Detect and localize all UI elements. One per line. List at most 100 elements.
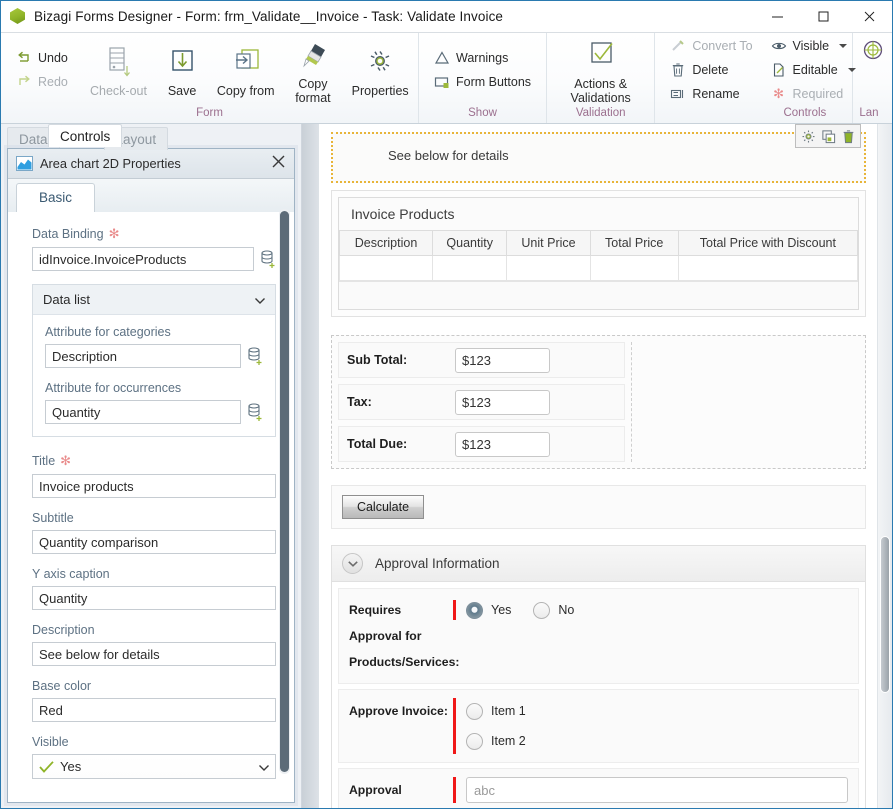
column-header-description[interactable]: Description xyxy=(338,231,434,256)
data-list-subpanel: Data list Attribute for categories Descr… xyxy=(32,284,276,437)
table-cell[interactable] xyxy=(506,255,591,281)
data-picker-icon[interactable] xyxy=(260,250,276,268)
window-title: Bizagi Forms Designer - Form: frm_Valida… xyxy=(34,9,504,24)
properties-title: Area chart 2D Properties xyxy=(40,156,181,171)
data-picker-icon[interactable] xyxy=(247,347,263,365)
attribute-categories-input[interactable] xyxy=(45,344,241,368)
rename-button[interactable]: Rename xyxy=(667,85,755,103)
attribute-categories-label: Attribute for categories xyxy=(45,325,171,339)
attribute-occurrences-input[interactable] xyxy=(45,400,241,424)
chevron-down-icon[interactable] xyxy=(259,759,269,774)
column-header-unit-price[interactable]: Unit Price xyxy=(506,231,591,256)
column-header-total-price-discount[interactable]: Total Price with Discount xyxy=(677,231,859,256)
trash-icon[interactable] xyxy=(839,127,857,145)
data-list-header-label: Data list xyxy=(43,292,90,307)
table-row[interactable] xyxy=(338,255,859,281)
title-input[interactable] xyxy=(32,474,276,498)
save-button[interactable]: Save xyxy=(150,41,214,98)
sub-total-row: Sub Total: xyxy=(338,342,625,378)
form-canvas: See below for details Invoice Products D… xyxy=(302,124,892,808)
check-out-button[interactable]: Check-out xyxy=(87,41,151,98)
ribbon-toolbar: Undo Redo Check-out Save Copy from Copy … xyxy=(1,33,892,124)
column-header-total-price[interactable]: Total Price xyxy=(589,231,679,256)
tab-basic[interactable]: Basic xyxy=(16,183,96,213)
control-mini-toolbar xyxy=(795,124,861,148)
editable-button[interactable]: Editable xyxy=(768,61,859,79)
bizagi-cube-icon xyxy=(10,8,27,25)
calculate-button[interactable]: Calculate xyxy=(342,495,424,519)
table-cell[interactable] xyxy=(432,255,508,281)
table-cell[interactable] xyxy=(677,255,859,281)
description-input[interactable] xyxy=(32,642,276,666)
tax-input[interactable] xyxy=(455,389,550,415)
description-label: Description xyxy=(32,623,95,637)
base-color-label: Base color xyxy=(32,679,92,693)
total-due-input[interactable] xyxy=(455,431,550,457)
properties-scrollbar[interactable] xyxy=(279,209,290,774)
visible-button[interactable]: Visible xyxy=(768,37,859,55)
subtitle-row xyxy=(32,530,276,554)
undo-button[interactable]: Undo xyxy=(13,49,81,67)
properties-scrollbar-thumb[interactable] xyxy=(280,211,289,772)
convert-to-icon xyxy=(672,39,685,51)
sub-total-input[interactable] xyxy=(455,347,550,373)
base-color-input[interactable] xyxy=(32,698,276,722)
canvas-scrollbar-thumb[interactable] xyxy=(880,536,890,693)
form-buttons-icon xyxy=(434,76,449,88)
radio-label-no: No xyxy=(558,603,575,617)
form-buttons-button[interactable]: Form Buttons xyxy=(431,73,534,91)
actions-validations-label: Actions & Validations xyxy=(570,77,631,105)
maximize-icon[interactable] xyxy=(800,1,846,32)
duplicate-icon[interactable] xyxy=(819,127,837,145)
chevron-down-icon[interactable] xyxy=(255,292,265,307)
approve-invoice-option-2: Item 2 xyxy=(466,728,548,754)
y-axis-caption-row xyxy=(32,586,276,610)
data-binding-input[interactable] xyxy=(32,247,254,271)
close-icon[interactable] xyxy=(271,154,286,174)
visible-dropdown-arrow[interactable] xyxy=(839,43,848,48)
ribbon-group-label-form: Form xyxy=(196,107,223,119)
selected-control-description[interactable]: See below for details xyxy=(331,124,866,183)
radio-requires-approval-no[interactable] xyxy=(533,601,551,619)
subtitle-input[interactable] xyxy=(32,530,276,554)
properties-inner-tabs: Basic xyxy=(8,179,294,213)
close-icon[interactable] xyxy=(846,1,892,32)
redo-button[interactable]: Redo xyxy=(13,73,81,91)
radio-item-2[interactable] xyxy=(466,732,483,750)
data-list-header[interactable]: Data list xyxy=(33,285,275,315)
required-button[interactable]: ✻ Required xyxy=(768,85,859,103)
requires-approval-label: Requires Approval for Products/Services: xyxy=(349,603,460,669)
data-picker-icon[interactable] xyxy=(247,403,263,421)
globe-language-icon[interactable] xyxy=(862,39,884,66)
description-row xyxy=(32,642,276,666)
convert-to-button[interactable]: Convert To xyxy=(667,37,755,55)
title-label-row: Title ✻ xyxy=(32,453,276,469)
approve-invoice-option-1: Item 1 xyxy=(466,698,548,724)
data-binding-label: Data Binding xyxy=(32,227,104,241)
undo-label: Undo xyxy=(38,50,68,65)
copy-from-button[interactable]: Copy from xyxy=(214,41,278,98)
actions-validations-button[interactable]: Actions & Validations xyxy=(553,34,648,105)
check-out-icon xyxy=(103,45,133,81)
rename-icon xyxy=(671,89,684,98)
radio-item-1[interactable] xyxy=(466,702,483,720)
visible-select[interactable]: Yes xyxy=(32,754,276,779)
copy-format-button[interactable]: Copy format xyxy=(278,34,349,105)
minimize-icon[interactable] xyxy=(754,1,800,32)
warnings-button[interactable]: Warnings xyxy=(431,49,534,67)
table-cell[interactable] xyxy=(338,255,434,281)
approval-section-header[interactable]: Approval Information xyxy=(332,546,865,582)
properties-button[interactable]: Properties xyxy=(348,41,412,98)
chevron-down-icon[interactable] xyxy=(342,553,363,574)
delete-button[interactable]: Delete xyxy=(667,61,755,79)
check-out-label: Check-out xyxy=(89,84,147,98)
gear-icon[interactable] xyxy=(799,127,817,145)
radio-requires-approval-yes[interactable] xyxy=(466,601,483,619)
table-cell[interactable] xyxy=(589,255,679,281)
column-header-quantity[interactable]: Quantity xyxy=(432,231,508,256)
table-footer xyxy=(339,281,858,309)
canvas-scrollbar[interactable] xyxy=(877,124,892,808)
tab-controls[interactable]: Controls xyxy=(48,124,123,147)
y-axis-caption-input[interactable] xyxy=(32,586,276,610)
approval-comments-input[interactable] xyxy=(466,777,848,803)
